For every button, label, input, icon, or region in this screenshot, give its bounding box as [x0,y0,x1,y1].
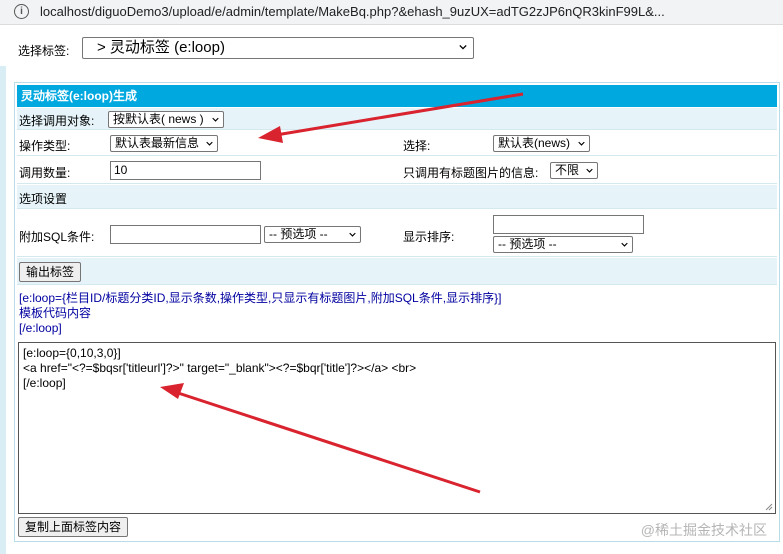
chevron-down-icon [459,44,467,50]
code-line-2: <a href="<?=$bqsr['titleurl']?>" target=… [23,361,417,375]
chevron-down-icon [621,242,628,247]
call-object-label: 选择调用对象: [19,114,95,128]
op-type-label: 操作类型: [19,139,71,153]
chevron-down-icon [578,141,585,146]
op-type-select[interactable]: 默认表最新信息 [110,135,218,152]
order-label: 显示排序: [403,230,455,244]
syntax-line-1: [e:loop={栏目ID/标题分类ID,显示条数,操作类型,只显示有标题图片,… [19,291,502,305]
count-label: 调用数量: [19,166,71,180]
tag-select[interactable]: > 灵动标签 (e:loop) [82,37,474,59]
output-tag-button[interactable]: 输出标签 [19,262,82,282]
only-pic-value: 不限 [555,163,580,177]
panel-title: 灵动标签(e:loop)生成 [17,85,777,107]
sql-order-row: 附加SQL条件: -- 预选项 -- 显示排序: -- 预选项 -- [17,210,777,257]
order-preset-value: -- 预选项 -- [498,237,557,251]
sql-preset-select[interactable]: -- 预选项 -- [264,226,361,243]
options-section-title: 选项设置 [19,192,68,206]
copy-tag-button[interactable]: 复制上面标签内容 [18,517,129,537]
resize-grip-icon[interactable] [765,503,773,511]
code-line-3: [/e:loop] [23,376,66,390]
sql-input[interactable] [110,225,261,244]
watermark: @稀土掘金技术社区 [640,522,767,538]
url-text[interactable]: localhost/diguoDemo3/upload/e/admin/temp… [40,4,665,19]
options-section-row: 选项设置 [17,185,777,209]
choose-label: 选择: [403,139,431,153]
only-pic-label: 只调用有标题图片的信息: [403,166,539,180]
sql-label: 附加SQL条件: [19,230,95,244]
only-pic-select[interactable]: 不限 [550,162,598,179]
order-input[interactable] [493,215,644,234]
chevron-down-icon [206,141,213,146]
choose-select[interactable]: 默认表(news) [493,135,590,152]
count-row: 调用数量: 10 只调用有标题图片的信息: 不限 [17,157,777,184]
left-frame-edge [0,66,6,554]
op-type-value: 默认表最新信息 [115,136,200,150]
output-row: 输出标签 [17,258,777,285]
code-line-1: [e:loop={0,10,3,0}] [23,346,121,360]
call-object-value: 按默认表( news ) [113,112,204,126]
info-icon[interactable]: i [14,4,29,19]
choose-value: 默认表(news) [498,136,571,150]
call-object-select[interactable]: 按默认表( news ) [108,111,224,128]
order-preset-select[interactable]: -- 预选项 -- [493,236,633,253]
chevron-down-icon [586,168,593,173]
code-textarea[interactable]: [e:loop={0,10,3,0}] <a href="<?=$bqsr['t… [18,342,776,514]
chevron-down-icon [212,117,219,122]
address-bar[interactable]: i localhost/diguoDemo3/upload/e/admin/te… [0,0,783,25]
syntax-line-3: [/e:loop] [19,321,62,335]
count-input[interactable]: 10 [110,161,261,180]
tag-select-value: > 灵动标签 (e:loop) [97,39,225,56]
chevron-down-icon [349,232,356,237]
syntax-line-2: 模板代码内容 [19,306,92,320]
tag-select-label: 选择标签: [18,44,70,58]
op-type-row: 操作类型: 默认表最新信息 选择: 默认表(news) [17,131,777,156]
call-object-row: 选择调用对象: 按默认表( news ) [17,108,777,130]
sql-preset-value: -- 预选项 -- [269,227,328,241]
